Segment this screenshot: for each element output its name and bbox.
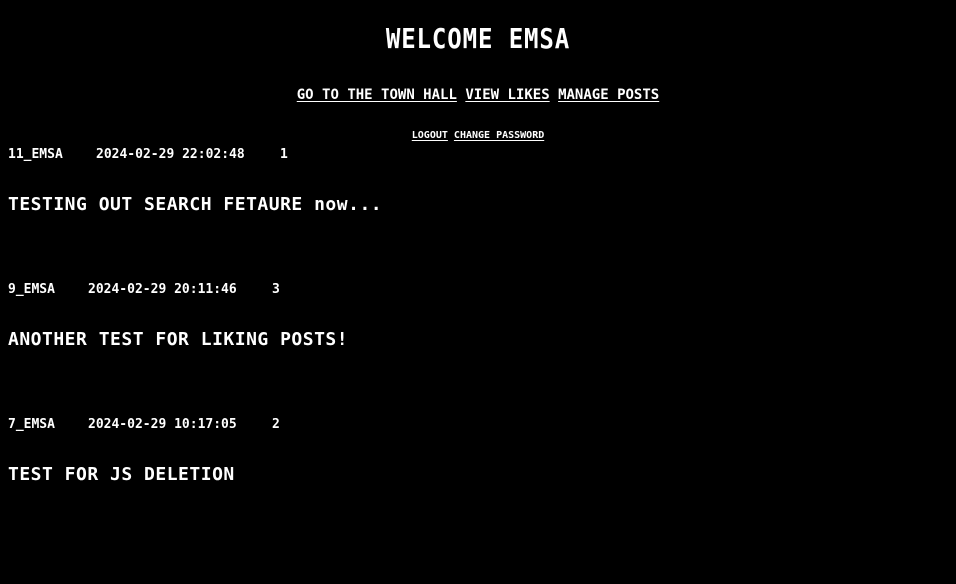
post-meta: 11_EMSA 2024-02-29 22:02:48 1 (8, 147, 948, 163)
post-id: 11_EMSA (8, 147, 63, 162)
page-title: WELCOME EMSA (385, 22, 571, 55)
post-meta: 7_EMSA 2024-02-29 10:17:05 2 (8, 417, 948, 433)
view-likes-link[interactable]: VIEW LIKES (465, 87, 549, 103)
post-like-count: 3 (272, 282, 280, 297)
post-like-count: 2 (272, 417, 280, 432)
post-id: 7_EMSA (8, 417, 55, 432)
post-body: ANOTHER TEST FOR LIKING POSTS! (8, 329, 349, 350)
post-id: 9_EMSA (8, 282, 55, 297)
account-nav: LOGOUT CHANGE PASSWORD (0, 129, 956, 143)
post-item: 11_EMSA 2024-02-29 22:02:48 1 TESTING OUT … (8, 147, 948, 216)
post-body: TESTING OUT SEARCH FETAURE now... (8, 194, 383, 215)
post-meta: 9_EMSA 2024-02-29 20:11:46 3 (8, 282, 948, 298)
post-timestamp: 2024-02-29 22:02:48 (96, 147, 245, 162)
manage-posts-link[interactable]: MANAGE POSTS (558, 87, 659, 103)
change-password-link[interactable]: CHANGE PASSWORD (454, 130, 544, 141)
main-nav: GO TO THE TOWN HALL VIEW LIKES MANAGE PO… (0, 86, 956, 104)
post-timestamp: 2024-02-29 20:11:46 (88, 282, 237, 297)
logout-link[interactable]: LOGOUT (412, 130, 448, 141)
post-item: 9_EMSA 2024-02-29 20:11:46 3 ANOTHER TEST … (8, 282, 948, 351)
post-like-count: 1 (280, 147, 288, 162)
post-item: 7_EMSA 2024-02-29 10:17:05 2 TEST FOR JS D… (8, 417, 948, 486)
town-hall-link[interactable]: GO TO THE TOWN HALL (297, 87, 457, 103)
post-body: TEST FOR JS DELETION (8, 464, 235, 485)
post-timestamp: 2024-02-29 10:17:05 (88, 417, 237, 432)
